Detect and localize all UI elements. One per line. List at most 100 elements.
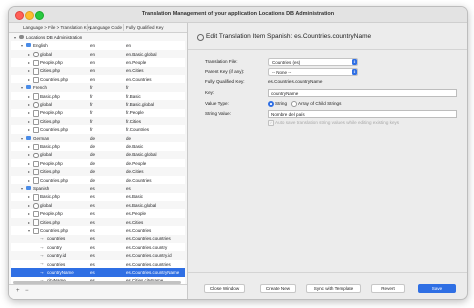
disclosure-closed-icon[interactable]: ▸ <box>28 211 30 216</box>
disclosure-open-icon[interactable]: ▾ <box>28 228 30 233</box>
chevron-updown-icon: ⇕ <box>352 69 357 75</box>
column-divider[interactable] <box>123 24 124 31</box>
tree-row[interactable]: ▸ People.php es es.People <box>11 209 185 218</box>
tree-row[interactable]: ▸ People.php de de.People <box>11 159 185 168</box>
disclosure-closed-icon[interactable]: ▸ <box>28 60 30 65</box>
tree-row[interactable]: ▸ Cities.php fr fr.Cities <box>11 117 185 125</box>
key-input[interactable]: countryName <box>268 89 457 97</box>
sync-template-button[interactable]: Sync with Template <box>306 284 361 293</box>
autosave-checkbox[interactable]: ✓ <box>268 120 274 126</box>
tree-row[interactable]: ▸ Countries.php de de.Countries <box>11 175 185 185</box>
tree-row[interactable]: ▸ Basic.php es es.Basic <box>11 192 185 201</box>
tree-row[interactable]: ▸ People.php fr fr.People <box>11 108 185 117</box>
tree-row[interactable]: ▸ People.php en en.People <box>11 58 185 67</box>
disclosure-open-icon[interactable]: ▾ <box>21 85 23 90</box>
tree-row-code: fr <box>90 110 93 116</box>
value-type-label: Value Type: <box>205 101 229 106</box>
disclosure-open-icon[interactable]: ▾ <box>21 136 23 141</box>
disclosure-closed-icon[interactable]: ▸ <box>28 178 30 183</box>
tree-row[interactable]: ▸ Countries.php fr fr.Countries <box>11 125 185 134</box>
file-icon <box>33 118 39 125</box>
tree-row[interactable]: ▸ Countries.php en en.Countries <box>11 75 185 84</box>
disclosure-closed-icon[interactable]: ▸ <box>28 77 30 82</box>
disclosure-closed-icon[interactable]: ▸ <box>28 127 30 132</box>
tree-row[interactable]: ▾ French fr fr <box>11 83 185 91</box>
file-icon <box>33 68 39 75</box>
tree-row[interactable]: ⊸ country es es.Countries.country <box>11 243 185 252</box>
disclosure-closed-icon[interactable]: ▸ <box>28 152 30 157</box>
tree-row[interactable]: ▸ global de de.Basic.global <box>11 151 185 159</box>
tree-row[interactable]: ▾ German de de <box>11 134 185 142</box>
remove-icon[interactable]: − <box>25 288 29 294</box>
tree-row-fqk: fr.Basic.global <box>126 101 155 107</box>
tree-row-label: French <box>33 85 48 91</box>
string-value-input[interactable]: Nombre del país <box>268 110 457 118</box>
tree-row[interactable]: ⊸ countries es es.Countries.countries <box>11 259 185 269</box>
disclosure-closed-icon[interactable]: ▸ <box>28 194 30 199</box>
close-window-button[interactable]: Close Window <box>204 284 245 293</box>
value-type-string-label[interactable]: String <box>275 101 287 106</box>
string-value-text: Nombre del país <box>271 111 305 117</box>
column-divider[interactable] <box>87 24 88 31</box>
parent-key-select[interactable]: -- None -- ⇕ <box>268 68 358 76</box>
tree-row-selected[interactable]: ⊸ countryName es es.Countries.countryName <box>11 268 185 277</box>
file-icon <box>33 168 39 176</box>
tree-row[interactable]: ⊸ countries es es.Countries.countries <box>11 235 185 243</box>
disclosure-closed-icon[interactable]: ▸ <box>28 220 30 225</box>
disclosure-closed-icon[interactable]: ▸ <box>28 169 30 174</box>
disclosure-open-icon[interactable]: ▾ <box>21 186 23 191</box>
window-title: Translation Management of your applicati… <box>141 11 335 17</box>
tree-row[interactable]: ▸ Basic.php de de.Basic <box>11 142 185 151</box>
disclosure-closed-icon[interactable]: ▸ <box>28 203 30 208</box>
value-type-string-radio[interactable] <box>268 101 274 107</box>
add-icon[interactable]: + <box>16 288 20 294</box>
value-type-array-label[interactable]: Array of Child Strings <box>298 101 341 106</box>
tree-row[interactable]: ▸ Basic.php fr fr.Basic <box>11 91 185 101</box>
tree-row[interactable]: ▾ Spanish es es <box>11 184 185 192</box>
translation-file-select[interactable]: Countries (es) ⇕ <box>268 58 358 66</box>
file-icon <box>33 160 39 167</box>
tree-row[interactable]: ▸ Cities.php es es.Cities <box>11 218 185 226</box>
tree-row[interactable]: ▸ Cities.php en en.Cities <box>11 67 185 75</box>
tree-row-code: es <box>90 211 95 217</box>
tree-row-fqk: es <box>126 185 131 191</box>
tree-row[interactable]: ▾ Locations DB Administration <box>11 33 185 41</box>
tree-row[interactable]: ▸ global es es.Basic.global <box>11 201 185 209</box>
column-header-fqk[interactable]: Fully Qualified Key <box>126 25 164 30</box>
disclosure-closed-icon[interactable]: ▸ <box>28 110 30 115</box>
tree-row[interactable]: ▸ Cities.php de de.Cities <box>11 167 185 176</box>
disclosure-open-icon[interactable]: ▾ <box>21 43 23 48</box>
tree-row-code: en <box>90 76 96 82</box>
disclosure-closed-icon[interactable]: ▸ <box>28 144 30 149</box>
file-icon <box>33 59 39 67</box>
file-icon <box>33 76 39 83</box>
key-icon: ⊸ <box>40 261 44 267</box>
disclosure-closed-icon[interactable]: ▸ <box>28 94 30 99</box>
tree-row[interactable]: ▸ global en en.Basic.global <box>11 50 185 58</box>
tree-row[interactable]: ▾ Countries.php es es.Countries <box>11 226 185 235</box>
tree-row[interactable]: ▾ English en en <box>11 41 185 50</box>
tree-row-label: Basic.php <box>40 93 60 99</box>
save-button[interactable]: Save <box>418 284 456 293</box>
create-new-button[interactable]: Create New <box>260 284 296 293</box>
revert-button[interactable]: Revert <box>371 284 405 293</box>
value-type-array-radio[interactable] <box>291 101 297 107</box>
tree-row-code: fr <box>90 93 93 99</box>
autosave-label: Auto save translation string values whil… <box>275 120 400 125</box>
tree-row-fqk: es.People <box>126 211 147 217</box>
disclosure-closed-icon[interactable]: ▸ <box>28 68 30 73</box>
column-header-code[interactable]: Language Code <box>90 25 122 30</box>
tree-row-fqk: fr.People <box>126 110 144 116</box>
tree-row-fqk: de.Basic <box>126 143 144 149</box>
disclosure-closed-icon[interactable]: ▸ <box>28 102 30 107</box>
disclosure-closed-icon[interactable]: ▸ <box>28 52 30 57</box>
tree-row-fqk: en <box>126 43 132 49</box>
disclosure-closed-icon[interactable]: ▸ <box>28 119 30 124</box>
tree-row[interactable]: ▸ global fr fr.Basic.global <box>11 100 185 108</box>
editor-panel: Edit Translation Item Spanish: es.Countr… <box>188 23 467 299</box>
disclosure-closed-icon[interactable]: ▸ <box>28 161 30 166</box>
file-icon <box>33 210 39 218</box>
tree-row[interactable]: ⊸ country.id es es.Countries.country.id <box>11 251 185 259</box>
column-header-key[interactable]: Language > File > Translation Key <box>23 25 92 30</box>
disclosure-open-icon[interactable]: ▾ <box>14 35 16 40</box>
